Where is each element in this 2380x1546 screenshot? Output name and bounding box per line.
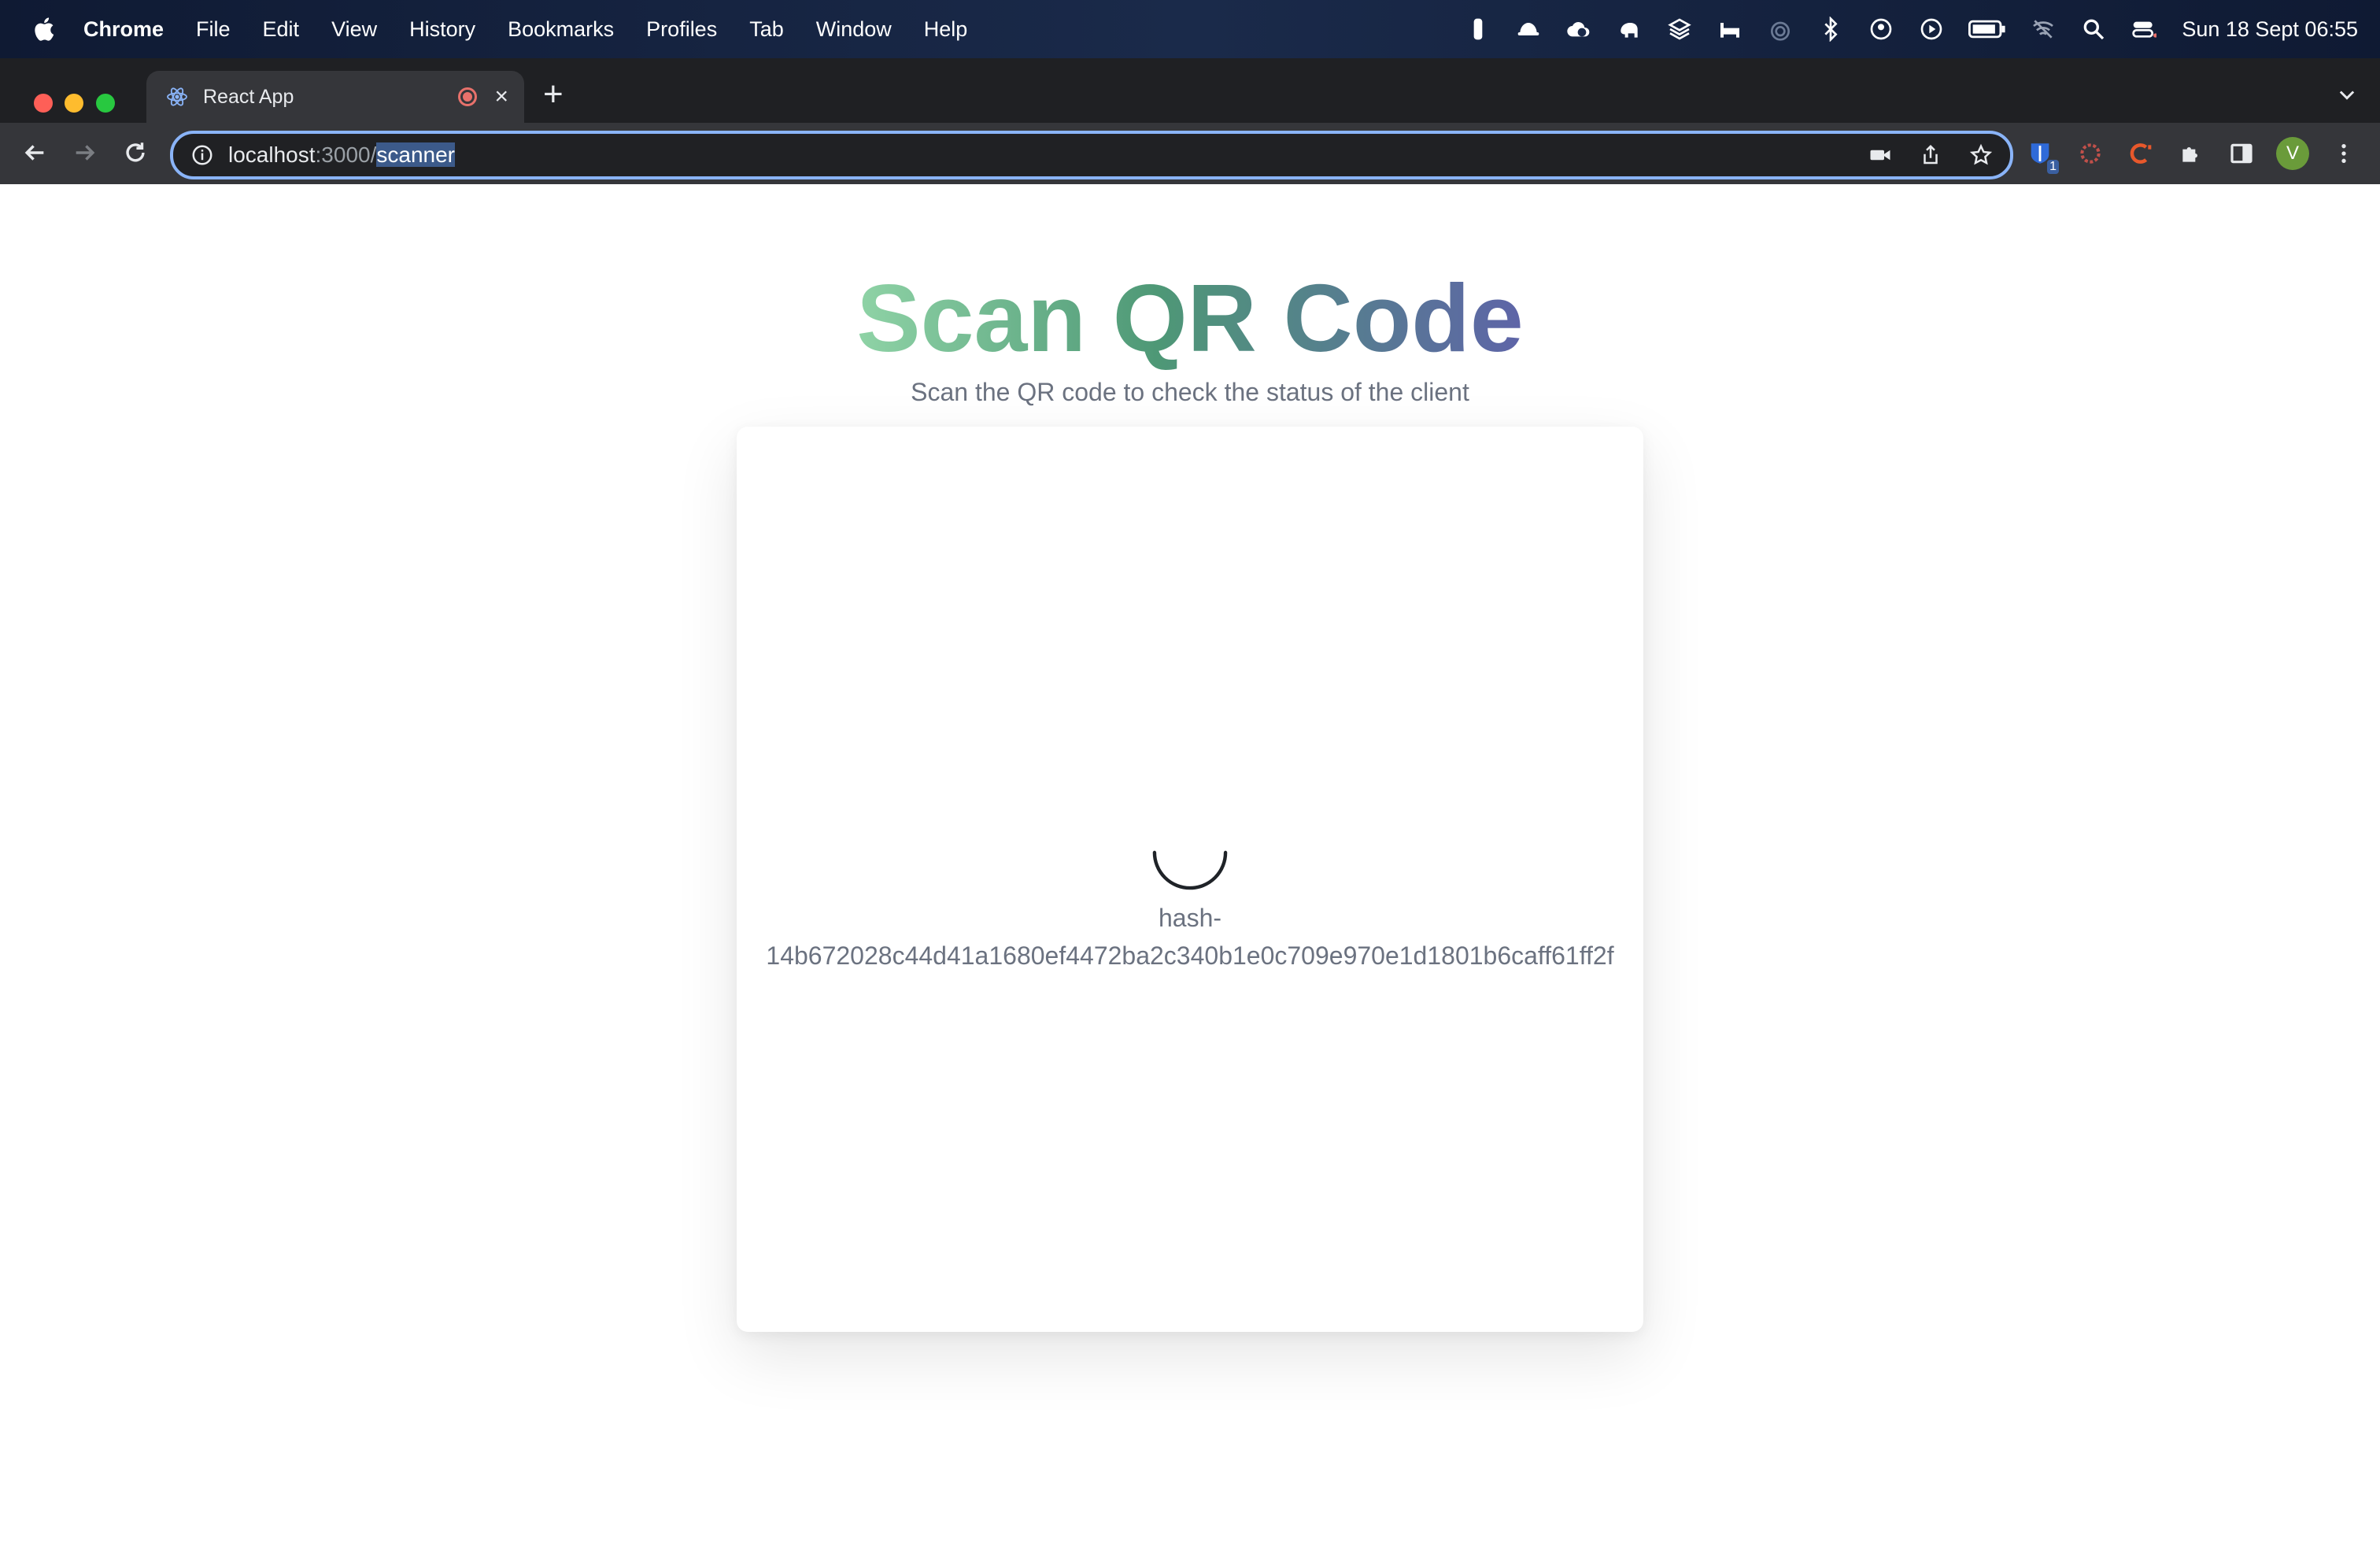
page-subtitle: Scan the QR code to check the status of …	[911, 378, 1469, 406]
control-center-icon[interactable]	[2130, 15, 2158, 43]
airdrop-status-icon[interactable]	[1766, 15, 1794, 43]
extension-badge-count: 1	[2047, 160, 2059, 174]
forward-button[interactable]	[69, 137, 101, 168]
bed-status-icon[interactable]	[1716, 15, 1744, 43]
site-info-icon[interactable]	[190, 143, 214, 167]
hash-value: 14b672028c44d41a1680ef4472ba2c340b1e0c70…	[766, 941, 1614, 970]
react-favicon-icon	[167, 87, 187, 106]
forward-arrow-icon	[76, 145, 95, 161]
extensions-puzzle-icon[interactable]	[2175, 138, 2207, 169]
menu-help[interactable]: Help	[924, 17, 968, 42]
menu-app-chrome[interactable]: Chrome	[83, 17, 164, 42]
page-content: Scan QR Code Scan the QR code to check t…	[0, 184, 2380, 1546]
menu-view[interactable]: View	[331, 17, 377, 42]
user-circle-status-icon[interactable]	[1867, 15, 1895, 43]
page-title: Scan QR Code	[856, 264, 1524, 372]
url-host: localhost	[228, 142, 316, 167]
menu-history[interactable]: History	[409, 17, 475, 42]
chrome-menu-kebab-icon[interactable]	[2328, 138, 2360, 169]
tab-close-icon[interactable]: ×	[494, 85, 508, 109]
url-path-selected: scanner	[376, 142, 455, 167]
battery-status-icon[interactable]	[1968, 15, 2007, 43]
menu-profiles[interactable]: Profiles	[646, 17, 717, 42]
loading-spinner-icon	[1152, 850, 1228, 890]
menubar-status-area: Sun 18 Sept 06:55	[1442, 0, 2358, 58]
url-port: :3000/	[315, 142, 377, 167]
window-minimize-button[interactable]	[65, 94, 83, 113]
recording-indicator-icon	[458, 87, 478, 106]
bookmark-star-icon[interactable]	[1968, 142, 1994, 168]
macos-menubar: Chrome File Edit View History Bookmarks …	[0, 0, 2380, 58]
menu-window[interactable]: Window	[816, 17, 892, 42]
c-extension-icon[interactable]	[2125, 138, 2156, 169]
spinner-extension-icon[interactable]	[2075, 138, 2106, 169]
password-manager-extension-icon[interactable]: 1	[2024, 138, 2059, 174]
menu-tab[interactable]: Tab	[749, 17, 784, 42]
cloud-sync-status-icon[interactable]	[1565, 15, 1593, 43]
reload-icon	[126, 142, 145, 162]
browser-tabstrip: React App × +	[0, 58, 2380, 123]
page-title-container: Scan QR Code	[0, 263, 2380, 373]
play-status-icon[interactable]	[1917, 15, 1946, 43]
browser-tab-active[interactable]: React App ×	[146, 71, 524, 123]
hat-status-icon[interactable]	[1514, 15, 1543, 43]
qr-scanner-card[interactable]: hash- 14b672028c44d41a1680ef4472ba2c340b…	[737, 427, 1643, 1332]
menu-file[interactable]: File	[196, 17, 231, 42]
search-status-icon[interactable]	[2079, 15, 2108, 43]
window-close-button[interactable]	[34, 94, 53, 113]
menu-edit[interactable]: Edit	[263, 17, 300, 42]
menubar-clock[interactable]: Sun 18 Sept 06:55	[2182, 17, 2358, 42]
address-bar[interactable]: localhost:3000/scanner	[170, 131, 2013, 179]
wifi-off-status-icon[interactable]	[2029, 15, 2057, 43]
bluetooth-status-icon[interactable]	[1816, 15, 1845, 43]
menu-bookmarks[interactable]: Bookmarks	[508, 17, 614, 42]
url-text[interactable]: localhost:3000/scanner	[228, 142, 455, 168]
side-panel-icon[interactable]	[2226, 138, 2257, 169]
share-icon[interactable]	[1917, 142, 1944, 168]
hash-prefix: hash-	[1158, 904, 1222, 932]
reload-button[interactable]	[120, 137, 151, 168]
layers-status-icon[interactable]	[1665, 15, 1694, 43]
browser-toolbar: localhost:3000/scanner 1 V	[0, 123, 2380, 184]
extensions-area: 1 V	[2024, 137, 2378, 174]
back-arrow-icon	[24, 145, 44, 161]
apple-logo-icon[interactable]	[30, 14, 57, 44]
tab-search-chevron-icon[interactable]	[2336, 83, 2358, 105]
camera-in-use-icon[interactable]	[1867, 142, 1894, 168]
tab-title: React App	[203, 85, 294, 108]
bottle-status-icon[interactable]	[1464, 15, 1492, 43]
new-tab-button[interactable]: +	[543, 77, 564, 112]
window-zoom-button[interactable]	[96, 94, 115, 113]
back-button[interactable]	[19, 137, 50, 168]
scanned-hash-text: hash- 14b672028c44d41a1680ef4472ba2c340b…	[737, 899, 1643, 975]
profile-avatar[interactable]: V	[2276, 137, 2309, 170]
elephant-status-icon[interactable]	[1615, 15, 1643, 43]
